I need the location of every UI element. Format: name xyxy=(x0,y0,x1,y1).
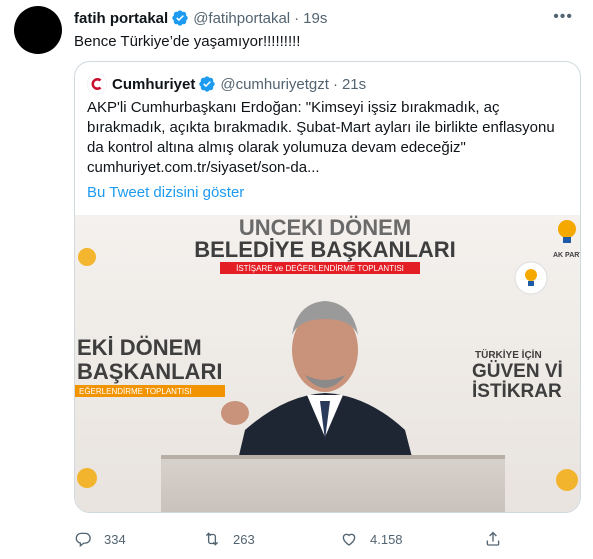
left-banner-subtitle: EĞERLENDİRME TOPLANTISI xyxy=(79,387,192,396)
tweet-actions: 334 263 4.158 xyxy=(74,530,514,550)
retweet-count: 263 xyxy=(233,531,255,547)
quote-separator-dot: · xyxy=(332,75,338,93)
banner-subtitle: İSTİŞARE ve DEĞERLENDİRME TOPLANTISI xyxy=(236,264,404,273)
right-banner-line2: GÜVEN Vİ xyxy=(472,361,563,382)
quote-verified-badge-icon xyxy=(199,76,216,92)
left-banner-line1: EKİ DÖNEM xyxy=(77,335,202,360)
like-button[interactable]: 4.158 xyxy=(340,530,403,548)
retweet-button[interactable]: 263 xyxy=(203,530,255,548)
right-banner-line1: TÜRKİYE İÇİN xyxy=(475,348,542,361)
reply-count: 334 xyxy=(104,531,126,547)
author-avatar[interactable] xyxy=(14,6,62,54)
right-banner-line3: İSTİKRAR xyxy=(472,381,562,402)
banner-line2: BELEDİYE BAŞKANLARI xyxy=(194,237,456,262)
tweet-header: fatih portakal @fatihportakal · 19s ••• xyxy=(74,8,573,28)
cumhuriyet-logo-icon[interactable] xyxy=(87,74,107,94)
ak-party-bulb-right-icon xyxy=(556,469,578,491)
more-icon[interactable]: ••• xyxy=(553,8,573,26)
reply-icon xyxy=(75,532,91,548)
retweet-icon xyxy=(205,532,219,546)
podium xyxy=(161,455,505,512)
ak-party-tag: AK PARTİ xyxy=(553,251,581,259)
verified-badge-icon xyxy=(172,10,188,26)
tweet-time[interactable]: 19s xyxy=(303,10,327,27)
heart-icon xyxy=(342,533,356,546)
like-count: 4.158 xyxy=(370,531,403,547)
quote-author-name: Cumhuriyet xyxy=(112,75,196,93)
quote-media-image[interactable]: UNCEKI DÖNEM BELEDİYE BAŞKANLARI İSTİŞAR… xyxy=(75,215,581,513)
quote-time: 21s xyxy=(341,75,367,93)
quoted-tweet[interactable]: Cumhuriyet @cumhuriyetgzt · 21s AKP'li C… xyxy=(74,61,581,513)
quote-header: Cumhuriyet @cumhuriyetgzt · 21s xyxy=(87,74,366,94)
reply-button[interactable]: 334 xyxy=(74,530,126,548)
tweet-text: Bence Türkiye’de yaşamıyor!!!!!!!!! xyxy=(74,33,301,50)
author-name[interactable]: fatih portakal xyxy=(74,10,168,27)
left-banner-line2: BAŞKANLARI xyxy=(77,359,222,384)
author-handle[interactable]: @fatihportakal xyxy=(193,10,290,27)
separator-dot: · xyxy=(294,9,300,27)
show-thread-link[interactable]: Bu Tweet dizisini göster xyxy=(87,184,244,201)
quote-text: AKP'li Cumhurbaşkanı Erdoğan: "Kimseyi i… xyxy=(87,99,555,176)
quote-author-handle: @cumhuriyetgzt xyxy=(220,75,329,93)
share-icon xyxy=(486,531,500,546)
ak-party-logo-icon xyxy=(514,261,548,295)
share-button[interactable] xyxy=(484,530,502,548)
